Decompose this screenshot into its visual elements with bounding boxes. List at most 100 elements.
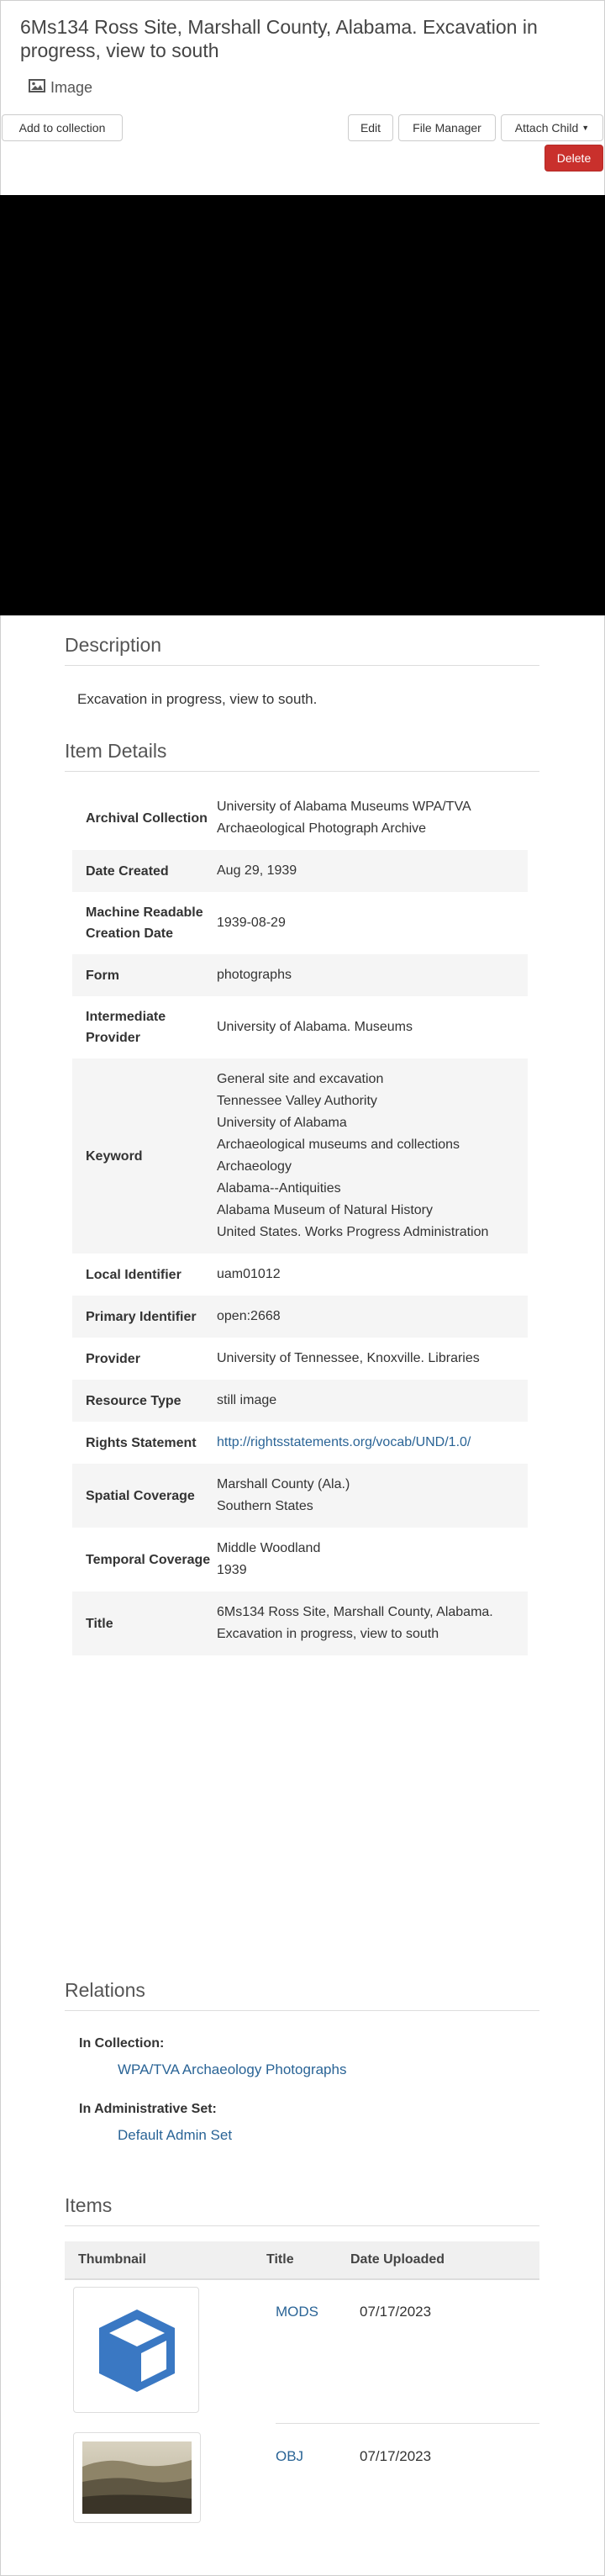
detail-value: open:2668 xyxy=(217,1306,528,1328)
detail-value-line: open:2668 xyxy=(217,1309,281,1323)
file-manager-button[interactable]: File Manager xyxy=(398,114,496,141)
item-thumbnail-obj[interactable] xyxy=(73,2432,201,2523)
item-details-table: Archival Collection University of Alabama… xyxy=(72,786,528,1655)
detail-value-line: 6Ms134 Ross Site, Marshall County, Alaba… xyxy=(217,1605,493,1641)
attach-child-button[interactable]: Attach Child ▼ xyxy=(501,114,603,141)
item-thumbnail-mods[interactable] xyxy=(73,2287,199,2413)
in-collection-link[interactable]: WPA/TVA Archaeology Photographs xyxy=(118,2061,346,2078)
description-text: Excavation in progress, view to south. xyxy=(77,691,318,707)
detail-value-line: Alabama--Antiquities xyxy=(217,1181,341,1196)
item-date: 07/17/2023 xyxy=(360,2448,432,2464)
attach-child-label: Attach Child xyxy=(514,121,579,135)
detail-value: 1939-08-29 xyxy=(217,912,528,934)
detail-value: uam01012 xyxy=(217,1264,528,1285)
detail-value-line: University of Tennessee, Knoxville. Libr… xyxy=(217,1351,480,1365)
detail-value-line: photographs xyxy=(217,968,292,982)
column-header-title: Title xyxy=(266,2252,294,2267)
add-to-collection-button[interactable]: Add to collection xyxy=(2,114,123,141)
detail-value: University of Tennessee, Knoxville. Libr… xyxy=(217,1348,528,1370)
work-type-text: Image xyxy=(50,79,93,96)
detail-row: Resource Type still image xyxy=(72,1380,528,1422)
detail-label: Spatial Coverage xyxy=(86,1488,195,1503)
detail-row: Machine Readable Creation Date 1939-08-29 xyxy=(72,892,528,954)
detail-row: Keyword General site and excavation Tennes… xyxy=(72,1058,528,1254)
detail-row: Intermediate Provider University of Alaba… xyxy=(72,996,528,1058)
column-header-date-uploaded: Date Uploaded xyxy=(350,2252,445,2267)
detail-label: Temporal Coverage xyxy=(86,1552,211,1567)
item-details-heading: Item Details xyxy=(65,740,539,772)
page-title: 6Ms134 Ross Site, Marshall County, Alaba… xyxy=(20,16,538,61)
detail-label: Form xyxy=(86,968,119,983)
detail-label: Machine Readable Creation Date xyxy=(86,905,203,941)
cube-icon xyxy=(94,2306,180,2399)
detail-row: Temporal Coverage Middle Woodland 1939 xyxy=(72,1528,528,1592)
items-table-header: Thumbnail Title Date Uploaded xyxy=(65,2241,539,2280)
detail-value: Aug 29, 1939 xyxy=(217,860,528,882)
detail-value-line: Marshall County (Ala.) xyxy=(217,1477,350,1491)
detail-value-line: University of Alabama. Museums xyxy=(217,1020,413,1034)
detail-value: Middle Woodland 1939 xyxy=(217,1538,528,1581)
work-type-label: Image xyxy=(29,79,92,97)
detail-label: Keyword xyxy=(86,1148,143,1164)
detail-label: Intermediate Provider xyxy=(86,1010,166,1045)
detail-value: photographs xyxy=(217,964,528,986)
detail-label: Archival Collection xyxy=(86,810,208,826)
description-heading: Description xyxy=(65,634,539,666)
items-heading: Items xyxy=(65,2194,539,2226)
image-icon xyxy=(29,79,45,97)
detail-value-line: Aug 29, 1939 xyxy=(217,863,297,878)
detail-value-line: United States. Works Progress Administra… xyxy=(217,1225,489,1239)
detail-row: Title 6Ms134 Ross Site, Marshall County, … xyxy=(72,1592,528,1655)
detail-row: Date Created Aug 29, 1939 xyxy=(72,850,528,892)
detail-value-line: still image xyxy=(217,1393,277,1407)
detail-row: Provider University of Tennessee, Knoxvil… xyxy=(72,1338,528,1380)
detail-row: Rights Statement http://rightsstatements.… xyxy=(72,1422,528,1464)
detail-value-line: Tennessee Valley Authority xyxy=(217,1094,377,1108)
detail-value-line: Archaeology xyxy=(217,1159,292,1174)
detail-label: Title xyxy=(86,1616,113,1631)
detail-row: Form photographs xyxy=(72,954,528,996)
detail-value: University of Alabama. Museums xyxy=(217,1016,528,1038)
media-viewer[interactable] xyxy=(0,195,605,615)
admin-set-link[interactable]: Default Admin Set xyxy=(118,2127,232,2144)
detail-value: University of Alabama Museums WPA/TVA Ar… xyxy=(217,796,528,840)
in-collection-label: In Collection: xyxy=(79,2036,165,2051)
detail-value-line: uam01012 xyxy=(217,1267,281,1281)
detail-row: Local Identifier uam01012 xyxy=(72,1254,528,1296)
edit-button[interactable]: Edit xyxy=(348,114,393,141)
delete-button[interactable]: Delete xyxy=(544,145,603,172)
detail-row: Primary Identifier open:2668 xyxy=(72,1296,528,1338)
detail-value: Marshall County (Ala.) Southern States xyxy=(217,1474,528,1518)
detail-label: Rights Statement xyxy=(86,1435,197,1450)
admin-set-label: In Administrative Set: xyxy=(79,2102,217,2116)
item-title-link[interactable]: OBJ xyxy=(276,2448,303,2465)
detail-value: General site and excavation Tennessee Val… xyxy=(217,1069,528,1243)
detail-value-line: General site and excavation xyxy=(217,1072,384,1086)
detail-value-line: 1939 xyxy=(217,1563,247,1577)
item-date: 07/17/2023 xyxy=(360,2304,432,2320)
detail-value: 6Ms134 Ross Site, Marshall County, Alaba… xyxy=(217,1602,528,1645)
detail-value: still image xyxy=(217,1390,528,1412)
detail-label: Local Identifier xyxy=(86,1267,182,1282)
relations-heading: Relations xyxy=(65,1979,539,2011)
detail-label: Primary Identifier xyxy=(86,1309,197,1324)
detail-value-line: University of Alabama Museums WPA/TVA Ar… xyxy=(217,800,471,836)
row-divider xyxy=(276,2423,539,2424)
detail-value-line: Southern States xyxy=(217,1499,313,1513)
detail-row: Archival Collection University of Alabama… xyxy=(72,786,528,850)
detail-row: Spatial Coverage Marshall County (Ala.) So… xyxy=(72,1464,528,1528)
detail-value-line: University of Alabama xyxy=(217,1116,347,1130)
detail-value-line: 1939-08-29 xyxy=(217,916,286,930)
item-title-link[interactable]: MODS xyxy=(276,2304,318,2320)
detail-value: http://rightsstatements.org/vocab/UND/1.… xyxy=(217,1432,528,1454)
detail-label: Provider xyxy=(86,1351,140,1366)
detail-value-link[interactable]: http://rightsstatements.org/vocab/UND/1.… xyxy=(217,1432,519,1454)
column-header-thumbnail: Thumbnail xyxy=(78,2252,146,2267)
detail-value-line: Alabama Museum of Natural History xyxy=(217,1203,433,1217)
detail-value-line: Middle Woodland xyxy=(217,1541,321,1555)
detail-value-line: Archaeological museums and collections xyxy=(217,1138,460,1152)
photo-thumbnail xyxy=(82,2441,192,2514)
detail-label: Resource Type xyxy=(86,1393,182,1408)
detail-label: Date Created xyxy=(86,863,169,879)
caret-down-icon: ▼ xyxy=(581,124,590,132)
